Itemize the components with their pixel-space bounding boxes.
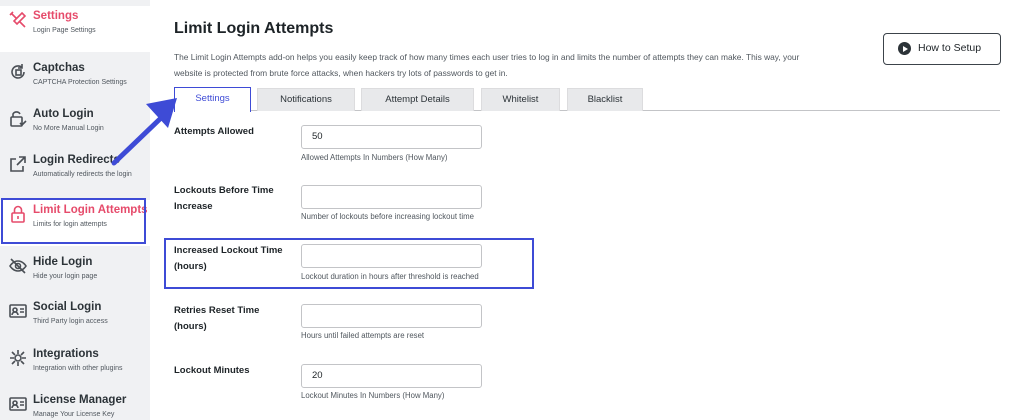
- how-to-setup-label: How to Setup: [918, 42, 982, 54]
- increased-lockout-time-label: Increased Lockout Time (hours): [174, 245, 283, 272]
- sidebar-item-sub: No More Manual Login: [33, 125, 104, 132]
- page-title: Limit Login Attempts: [174, 20, 334, 37]
- tab-blacklist[interactable]: Blacklist: [567, 88, 643, 111]
- how-to-setup-button[interactable]: How to Setup: [883, 33, 1001, 65]
- eye-slash-icon: [8, 256, 28, 276]
- highlight-box-sidebar: [1, 198, 146, 244]
- lock-check-icon: [8, 108, 28, 128]
- lockout-minutes-help: Lockout Minutes In Numbers (How Many): [301, 391, 445, 400]
- sidebar-item-captchas[interactable]: Captchas CAPTCHA Protection Settings: [0, 58, 150, 104]
- sidebar-item-auto-login[interactable]: Auto Login No More Manual Login: [0, 104, 150, 150]
- tab-notifications[interactable]: Notifications: [257, 88, 355, 111]
- retries-reset-time-help: Hours until failed attempts are reset: [301, 331, 425, 340]
- sidebar-item-label: Auto Login: [33, 108, 94, 120]
- lockouts-before-time-increase-label: Lockouts Before Time Increase: [174, 185, 274, 212]
- tab-attempt-details[interactable]: Attempt Details: [361, 88, 474, 111]
- sidebar-item-label: Login Redirects: [33, 154, 120, 166]
- lockout-minutes-label: Lockout Minutes: [174, 365, 250, 376]
- sidebar-item-integrations[interactable]: Integrations Integration with other plug…: [0, 344, 150, 390]
- attempts-allowed-help: Allowed Attempts In Numbers (How Many): [301, 153, 448, 162]
- sidebar-item-sub: Automatically redirects the login: [33, 171, 132, 178]
- sidebar-item-label: Captchas: [33, 62, 85, 74]
- sidebar-item-sub: Integration with other plugins: [33, 365, 123, 372]
- sidebar-item-hide-login[interactable]: Hide Login Hide your login page: [0, 252, 150, 298]
- main-content: Limit Login Attempts The Limit Login Att…: [150, 0, 1024, 420]
- sidebar-item-sub: Third Party login access: [33, 318, 108, 325]
- sidebar-item-label: Social Login: [33, 301, 102, 313]
- integrations-icon: [8, 348, 28, 368]
- increased-lockout-time-help: Lockout duration in hours after threshol…: [301, 272, 479, 281]
- lockouts-before-time-increase-help: Number of lockouts before increasing loc…: [301, 212, 474, 221]
- sidebar-item-sub: CAPTCHA Protection Settings: [33, 79, 127, 86]
- attempts-allowed-input[interactable]: 50: [301, 125, 482, 149]
- page-description: The Limit Login Attempts add-on helps yo…: [174, 52, 800, 78]
- sidebar-item-license-manager[interactable]: License Manager Manage Your License Key: [0, 390, 150, 420]
- refresh-shield-icon: [8, 62, 28, 82]
- sidebar-item-sub: Hide your login page: [33, 273, 98, 280]
- retries-reset-time-label: Retries Reset Time (hours): [174, 305, 260, 332]
- lockout-minutes-input[interactable]: 20: [301, 364, 482, 388]
- sidebar-item-sub: Login Page Settings: [33, 27, 96, 34]
- attempts-allowed-label: Attempts Allowed: [174, 126, 254, 137]
- lockouts-before-time-increase-input[interactable]: [301, 185, 482, 209]
- sidebar-item-social-login[interactable]: Social Login Third Party login access: [0, 297, 150, 343]
- sidebar-item-label: Integrations: [33, 348, 99, 360]
- sidebar-item-login-redirects[interactable]: Login Redirects Automatically redirects …: [0, 150, 150, 196]
- retries-reset-time-input[interactable]: [301, 304, 482, 328]
- tools-icon: [8, 10, 28, 30]
- id-card-icon: [8, 301, 28, 321]
- external-link-icon: [8, 154, 28, 174]
- tab-settings[interactable]: Settings: [174, 87, 251, 112]
- sidebar-item-label: License Manager: [33, 394, 127, 406]
- license-card-icon: [8, 394, 28, 414]
- sidebar: Settings Login Page Settings Captchas CA…: [0, 0, 150, 420]
- increased-lockout-time-input[interactable]: [301, 244, 482, 268]
- sidebar-item-sub: Manage Your License Key: [33, 411, 115, 418]
- sidebar-item-label: Settings: [33, 10, 79, 22]
- play-icon: [898, 42, 911, 55]
- sidebar-item-label: Hide Login: [33, 256, 93, 268]
- sidebar-item-settings[interactable]: Settings Login Page Settings: [0, 6, 150, 52]
- tab-whitelist[interactable]: Whitelist: [481, 88, 560, 111]
